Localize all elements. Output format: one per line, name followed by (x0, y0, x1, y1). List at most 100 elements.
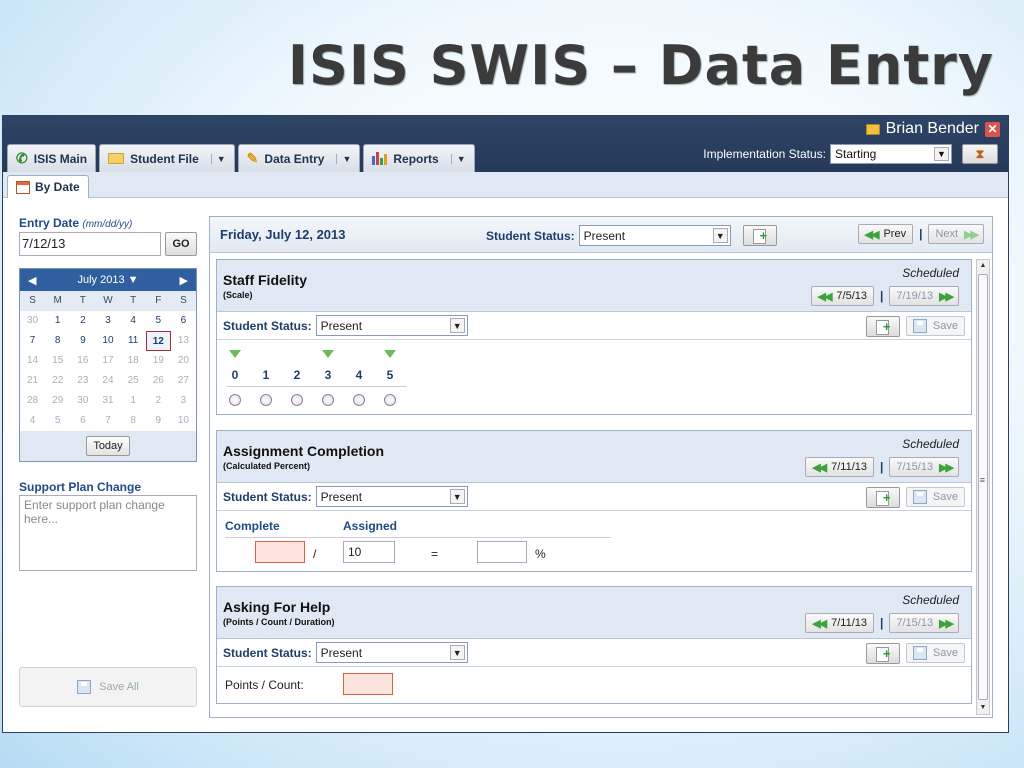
chevron-down-icon[interactable]: ▼ (934, 147, 949, 161)
tab-student-file[interactable]: Student File ▼ (99, 144, 235, 172)
scroll-up-icon[interactable]: ▲ (977, 260, 989, 272)
calendar-day[interactable]: 19 (146, 351, 171, 371)
prev-date-button[interactable]: ◀◀ 7/11/13 (805, 457, 875, 477)
prev-day-button[interactable]: ◀◀ Prev (857, 224, 914, 244)
save-button[interactable]: Save (905, 316, 965, 336)
calendar-day[interactable]: 3 (95, 311, 120, 331)
calendar-day[interactable]: 14 (20, 351, 45, 371)
calendar-day[interactable]: 1 (45, 311, 70, 331)
close-icon[interactable]: ✕ (985, 121, 1000, 137)
next-day-button[interactable]: Next ▶▶ (928, 224, 984, 244)
points-count-input[interactable] (343, 673, 393, 695)
calc-divider (225, 537, 611, 538)
scale-radio[interactable] (353, 394, 365, 406)
calendar-day[interactable]: 6 (70, 411, 95, 431)
support-plan-textarea[interactable]: Enter support plan change here... (19, 495, 197, 571)
calendar-day[interactable]: 18 (121, 351, 146, 371)
calendar-day[interactable]: 29 (45, 391, 70, 411)
calendar-day[interactable]: 21 (20, 371, 45, 391)
calendar-day-selected[interactable]: 12 (145, 331, 171, 351)
calendar-day[interactable]: 4 (121, 311, 146, 331)
calendar-day[interactable]: 28 (20, 391, 45, 411)
next-date-button[interactable]: 7/15/13 ▶▶ (889, 613, 959, 633)
calendar-month[interactable]: July 2013 ▼ (77, 274, 138, 286)
calendar-day[interactable]: 5 (146, 311, 171, 331)
chevron-down-icon[interactable]: ▼ (449, 318, 465, 333)
calendar-day[interactable]: 9 (70, 331, 95, 351)
next-date-button[interactable]: 7/19/13 ▶▶ (889, 286, 959, 306)
scroll-thumb[interactable] (978, 274, 988, 700)
calendar-day[interactable]: 15 (45, 351, 70, 371)
calendar-day[interactable]: 8 (45, 331, 70, 351)
calendar-day[interactable]: 4 (20, 411, 45, 431)
calendar-day[interactable]: 30 (20, 311, 45, 331)
tab-isis-main[interactable]: ✆ ISIS Main (7, 144, 97, 172)
student-status-select[interactable]: Present ▼ (315, 315, 468, 336)
calendar-day[interactable]: 30 (70, 391, 95, 411)
calendar-day[interactable]: 10 (95, 331, 120, 351)
calendar-day[interactable]: 27 (171, 371, 196, 391)
calendar-day[interactable]: 24 (95, 371, 120, 391)
chevron-down-icon[interactable]: ▼ (210, 153, 226, 164)
chevron-down-icon[interactable]: ▼ (449, 489, 465, 504)
add-note-button[interactable] (742, 225, 777, 246)
assigned-input[interactable]: 10 (343, 541, 395, 563)
save-all-button[interactable]: Save All (19, 667, 197, 707)
go-button[interactable]: GO (165, 232, 197, 256)
scale-radio[interactable] (322, 394, 334, 406)
chevron-down-icon[interactable]: ▼ (712, 228, 728, 243)
calendar-day[interactable]: 8 (121, 411, 146, 431)
calendar-day[interactable]: 16 (70, 351, 95, 371)
calendar-day[interactable]: 7 (20, 331, 45, 351)
prev-date-button[interactable]: ◀◀ 7/5/13 (810, 286, 875, 306)
student-status-select[interactable]: Present ▼ (315, 642, 468, 663)
scale-radio[interactable] (260, 394, 272, 406)
user-name[interactable]: Brian Bender (886, 120, 979, 138)
tab-reports[interactable]: Reports ▼ (363, 144, 475, 172)
scale-radio[interactable] (384, 394, 396, 406)
prev-month-icon[interactable]: ◀ (28, 274, 36, 287)
calendar-day[interactable]: 1 (121, 391, 146, 411)
chevron-down-icon[interactable]: ▼ (336, 153, 351, 164)
chevron-down-icon[interactable]: ▼ (450, 153, 466, 164)
calendar-day[interactable]: 22 (45, 371, 70, 391)
student-status-select[interactable]: Present ▼ (315, 486, 468, 507)
calendar-day[interactable]: 6 (171, 311, 196, 331)
add-note-button[interactable] (865, 643, 900, 664)
prev-date-button[interactable]: ◀◀ 7/11/13 (805, 613, 875, 633)
calendar-day[interactable]: 2 (70, 311, 95, 331)
calendar-day[interactable]: 9 (146, 411, 171, 431)
tab-data-entry[interactable]: ✎ Data Entry ▼ (237, 144, 361, 172)
calendar-day[interactable]: 10 (171, 411, 196, 431)
add-note-button[interactable] (865, 316, 900, 337)
chevron-down-icon[interactable]: ▼ (449, 645, 465, 660)
complete-input[interactable] (255, 541, 305, 563)
calendar-day[interactable]: 13 (171, 331, 196, 351)
calendar-day[interactable]: 5 (45, 411, 70, 431)
scroll-down-icon[interactable]: ▼ (977, 702, 989, 714)
calendar-day[interactable]: 3 (171, 391, 196, 411)
calendar-day[interactable]: 17 (95, 351, 120, 371)
add-note-button[interactable] (865, 487, 900, 508)
scale-radio[interactable] (229, 394, 241, 406)
calendar-day[interactable]: 11 (121, 331, 146, 351)
tab-by-date[interactable]: By Date (7, 175, 89, 198)
scrollbar[interactable]: ▲ ≡ ▼ (976, 259, 990, 715)
implementation-action-button[interactable]: ⧗ (962, 144, 998, 164)
calendar-day[interactable]: 26 (146, 371, 171, 391)
calendar-day[interactable]: 7 (95, 411, 120, 431)
calendar-day[interactable]: 23 (70, 371, 95, 391)
entry-date-input[interactable]: 7/12/13 (19, 232, 161, 256)
calendar-day[interactable]: 25 (121, 371, 146, 391)
calendar-day[interactable]: 2 (146, 391, 171, 411)
today-button[interactable]: Today (86, 436, 130, 456)
save-button[interactable]: Save (905, 487, 965, 507)
student-status-select[interactable]: Present ▼ (578, 225, 731, 246)
calendar-day[interactable]: 31 (95, 391, 120, 411)
calendar-day[interactable]: 20 (171, 351, 196, 371)
scale-radio[interactable] (291, 394, 303, 406)
next-date-button[interactable]: 7/15/13 ▶▶ (889, 457, 959, 477)
next-month-icon[interactable]: ▶ (180, 274, 188, 287)
implementation-status-select[interactable]: Starting ▼ (830, 144, 952, 164)
save-button[interactable]: Save (905, 643, 965, 663)
